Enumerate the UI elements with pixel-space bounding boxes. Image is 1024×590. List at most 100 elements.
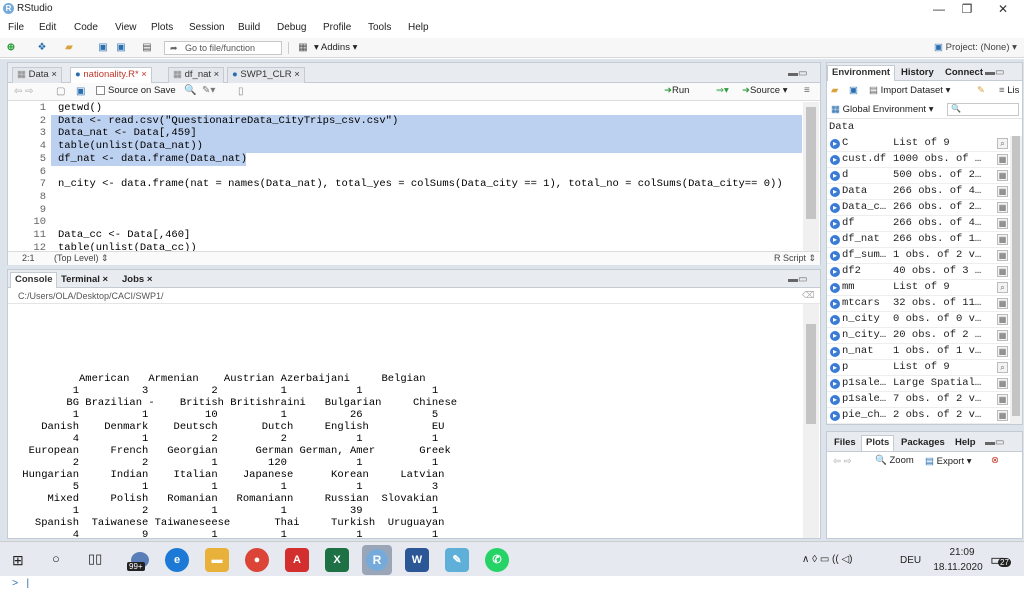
import-dataset-button[interactable]: ▤ Import Dataset ▾ <box>869 85 950 96</box>
view-table-icon[interactable]: ▦ <box>997 378 1008 389</box>
env-row[interactable]: ▸ n_city… 20 obs. of 2 … ▦ <box>827 328 1015 344</box>
view-table-icon[interactable]: ▦ <box>997 154 1008 165</box>
expand-icon[interactable]: ▸ <box>830 363 840 373</box>
scrollbar-thumb[interactable] <box>806 324 816 424</box>
tab-terminal[interactable]: Terminal × <box>61 274 108 285</box>
search-icon[interactable]: ⌕ <box>997 282 1008 293</box>
tab-files[interactable]: Files <box>834 437 856 448</box>
menu-view[interactable]: View <box>115 22 137 33</box>
view-table-icon[interactable]: ▦ <box>997 218 1008 229</box>
save-icon[interactable]: ▣ <box>96 41 110 54</box>
console-scrollbar[interactable] <box>803 304 819 538</box>
export-button[interactable]: ▤ Export ▾ <box>925 456 972 467</box>
view-table-icon[interactable]: ▦ <box>997 266 1008 277</box>
addins-menu[interactable]: ▾ Addins ▾ <box>314 42 357 53</box>
print-icon[interactable]: ▤ <box>140 41 154 54</box>
list-view-button[interactable]: ≡ Lis <box>999 85 1019 96</box>
expand-icon[interactable]: ▸ <box>830 235 840 245</box>
expand-icon[interactable]: ▸ <box>830 267 840 277</box>
view-table-icon[interactable]: ▦ <box>997 202 1008 213</box>
expand-icon[interactable]: ▸ <box>830 315 840 325</box>
pane-minmax-icon[interactable]: ▬▭ <box>985 437 1004 448</box>
go-to-file-input[interactable]: ➦ Go to file/function <box>164 41 282 55</box>
chrome-icon[interactable]: ● <box>245 548 269 572</box>
tab-jobs[interactable]: Jobs × <box>122 274 152 285</box>
project-menu[interactable]: ▣ Project: (None) ▾ <box>934 42 1017 53</box>
tab-environment[interactable]: Environment <box>827 65 896 81</box>
menu-file[interactable]: File <box>8 22 24 33</box>
expand-icon[interactable]: ▸ <box>830 331 840 341</box>
env-row[interactable]: ▸ df2 40 obs. of 3 … ▦ <box>827 264 1015 280</box>
run-button[interactable]: ➜Run <box>664 85 689 96</box>
outline-icon[interactable]: ≡ <box>804 85 810 96</box>
code-editor[interactable]: 1 getwd() 2 Data <- read.csv("QuestionaireD… <box>8 102 802 251</box>
expand-icon[interactable]: ▸ <box>830 139 840 149</box>
search-icon[interactable]: ⌕ <box>997 362 1008 373</box>
grid-layout-icon[interactable]: ▦ <box>296 41 310 54</box>
notification-center[interactable]: ▭ 27 <box>990 550 1012 570</box>
source-button[interactable]: ➜Source ▾ <box>742 85 788 96</box>
close-icon[interactable]: ✕ <box>988 1 1018 17</box>
expand-icon[interactable]: ▸ <box>830 347 840 357</box>
menu-session[interactable]: Session <box>189 22 225 33</box>
pane-minmax-icon[interactable]: ▬▭ <box>788 68 807 79</box>
expand-icon[interactable]: ▸ <box>830 219 840 229</box>
env-row[interactable]: ▸ df_sum… 1 obs. of 2 v… ▦ <box>827 248 1015 264</box>
tab-swp1[interactable]: ● SWP1_CLR × <box>227 67 305 83</box>
env-row[interactable]: ▸ C List of 9 ⌕ <box>827 136 1015 152</box>
expand-icon[interactable]: ▸ <box>830 155 840 165</box>
view-table-icon[interactable]: ▦ <box>997 186 1008 197</box>
env-row[interactable]: ▸ d 500 obs. of 2… ▦ <box>827 168 1015 184</box>
remove-plot-icon[interactable]: ⊗ <box>991 455 999 466</box>
clock-time[interactable]: 21:09 <box>942 547 982 558</box>
tab-console[interactable]: Console <box>10 272 58 288</box>
scrollbar-thumb[interactable] <box>806 107 816 219</box>
pane-minmax-icon[interactable]: ▬▭ <box>788 274 807 285</box>
open-folder-icon[interactable]: ▰ <box>62 41 76 54</box>
view-table-icon[interactable]: ▦ <box>997 250 1008 261</box>
view-table-icon[interactable]: ▦ <box>997 346 1008 357</box>
tab-data[interactable]: ▦ Data × <box>12 67 62 83</box>
tab-connections[interactable]: Connect <box>945 67 983 78</box>
expand-icon[interactable]: ▸ <box>830 171 840 181</box>
env-row[interactable]: ▸ mm List of 9 ⌕ <box>827 280 1015 296</box>
document-icon[interactable]: ▯ <box>238 86 244 97</box>
new-project-icon[interactable]: ❖ <box>35 41 49 54</box>
expand-icon[interactable]: ▸ <box>830 283 840 293</box>
rerun-icon[interactable]: ⇒▾ <box>716 85 729 96</box>
search-icon[interactable]: ○ <box>52 551 60 566</box>
view-table-icon[interactable]: ▦ <box>997 394 1008 405</box>
global-env-selector[interactable]: ▦ Global Environment ▾ <box>831 104 933 115</box>
excel-icon[interactable]: X <box>325 548 349 572</box>
input-language[interactable]: DEU <box>900 555 921 566</box>
tab-help[interactable]: Help <box>955 437 976 448</box>
new-file-icon[interactable]: ⊕ <box>4 41 18 54</box>
paint-icon[interactable]: ✎ <box>445 548 469 572</box>
clock-date[interactable]: 18.11.2020 <box>928 562 988 573</box>
clear-console-icon[interactable]: ⌫ <box>802 290 815 301</box>
search-icon[interactable]: 🔍 <box>184 85 196 96</box>
console-prompt[interactable]: > | <box>12 578 31 590</box>
save-workspace-icon[interactable]: ▣ <box>849 85 858 96</box>
view-table-icon[interactable]: ▦ <box>997 410 1008 421</box>
menu-help[interactable]: Help <box>408 22 429 33</box>
wand-icon[interactable]: ✎▾ <box>202 85 215 96</box>
file-explorer-icon[interactable]: ▬ <box>205 548 229 572</box>
view-table-icon[interactable]: ▦ <box>997 234 1008 245</box>
env-row[interactable]: ▸ p1sale… 7 obs. of 2 v… ▦ <box>827 392 1015 408</box>
back-forward-icon[interactable]: ⇦ ⇨ <box>833 456 852 467</box>
source-on-save-checkbox[interactable] <box>96 86 105 95</box>
scrollbar-thumb[interactable] <box>1012 136 1020 416</box>
menu-edit[interactable]: Edit <box>39 22 56 33</box>
view-table-icon[interactable]: ▦ <box>997 298 1008 309</box>
file-type-selector[interactable]: R Script ⇕ <box>774 253 816 264</box>
env-row[interactable]: ▸ df 266 obs. of 4… ▦ <box>827 216 1015 232</box>
menu-code[interactable]: Code <box>74 22 98 33</box>
show-in-window-icon[interactable]: ▢ <box>56 86 65 97</box>
acrobat-icon[interactable]: A <box>285 548 309 572</box>
env-row[interactable]: ▸ cust.df 1000 obs. of … ▦ <box>827 152 1015 168</box>
pane-minmax-icon[interactable]: ▬▭ <box>985 67 1004 78</box>
expand-icon[interactable]: ▸ <box>830 395 840 405</box>
view-table-icon[interactable]: ▦ <box>997 330 1008 341</box>
menu-build[interactable]: Build <box>238 22 260 33</box>
